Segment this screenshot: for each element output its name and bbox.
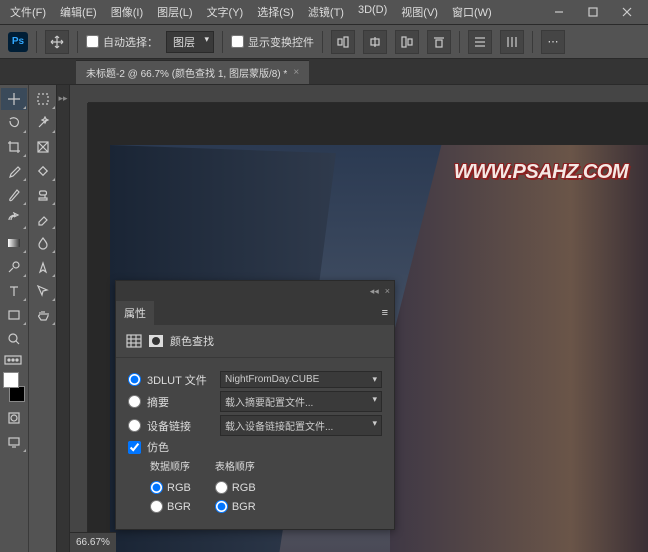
menu-layer[interactable]: 图层(L) [151, 1, 198, 23]
menu-bar: 文件(F) 编辑(E) 图像(I) 图层(L) 文字(Y) 选择(S) 滤镜(T… [0, 0, 648, 25]
eraser-tool[interactable] [30, 208, 56, 230]
lut-file-select[interactable]: NightFromDay.CUBE [220, 371, 382, 388]
lut-file-radio[interactable]: 3DLUT 文件 [128, 372, 212, 388]
menu-3d[interactable]: 3D(D) [352, 1, 393, 23]
pen-tool[interactable] [30, 256, 56, 278]
panel-menu-icon[interactable]: ≡ [376, 303, 394, 323]
ruler-horizontal[interactable] [88, 85, 648, 103]
device-radio[interactable]: 设备链接 [128, 418, 212, 434]
frame-tool[interactable] [30, 136, 56, 158]
ruler-vertical[interactable] [70, 85, 88, 552]
tool-column-left [0, 85, 28, 552]
menu-filter[interactable]: 滤镜(T) [302, 1, 350, 23]
menu-type[interactable]: 文字(Y) [201, 1, 250, 23]
eyedropper-tool[interactable] [1, 160, 27, 182]
data-order-label: 数据顺序 [150, 458, 191, 473]
device-select[interactable]: 载入设备链接配置文件... [220, 415, 382, 436]
document-tab-bar: 未标题-2 @ 66.7% (颜色查找 1, 图层蒙版/8) * × [0, 59, 648, 85]
panel-collapse-handle[interactable]: ▸▸ [56, 85, 70, 552]
dodge-tool[interactable] [1, 256, 27, 278]
document-tab[interactable]: 未标题-2 @ 66.7% (颜色查找 1, 图层蒙版/8) * × [76, 60, 309, 84]
stamp-tool[interactable] [30, 184, 56, 206]
table-order-bgr[interactable]: BGR [215, 500, 256, 513]
menu-image[interactable]: 图像(I) [105, 1, 149, 23]
panel-title[interactable]: 属性 [116, 301, 154, 325]
close-button[interactable] [610, 0, 644, 24]
auto-select-dropdown[interactable]: 图层 [166, 31, 214, 53]
type-tool[interactable] [1, 280, 27, 302]
close-tab-icon[interactable]: × [293, 67, 299, 78]
panel-collapse-icon[interactable]: ◂◂ [370, 286, 379, 297]
distribute-icon-2[interactable] [500, 30, 524, 54]
move-tool[interactable] [1, 88, 27, 110]
move-tool-icon[interactable] [45, 30, 69, 54]
data-order-rgb[interactable]: RGB [150, 481, 191, 494]
history-brush-tool[interactable] [1, 208, 27, 230]
options-bar: Ps 自动选择： 图层 显示变换控件 ⋯ [0, 25, 648, 59]
menu-select[interactable]: 选择(S) [251, 1, 300, 23]
quick-mask-tool[interactable] [1, 407, 27, 429]
show-transform-checkbox[interactable]: 显示变换控件 [231, 34, 314, 50]
menu-view[interactable]: 视图(V) [395, 1, 444, 23]
panel-subtitle: 颜色查找 [170, 333, 214, 349]
magic-wand-tool[interactable] [30, 112, 56, 134]
status-bar: 66.67% [70, 532, 116, 552]
grid-icon [126, 334, 142, 348]
dither-checkbox[interactable]: 仿色 [128, 439, 212, 455]
crop-tool[interactable] [1, 136, 27, 158]
menu-edit[interactable]: 编辑(E) [54, 1, 103, 23]
menu-file[interactable]: 文件(F) [4, 1, 52, 23]
hand-tool[interactable] [30, 304, 56, 326]
align-icon[interactable] [331, 30, 355, 54]
ps-logo-icon: Ps [8, 32, 28, 52]
more-options-icon[interactable]: ⋯ [541, 30, 565, 54]
table-order-label: 表格顺序 [215, 458, 256, 473]
zoom-tool[interactable] [1, 328, 27, 350]
data-order-bgr[interactable]: BGR [150, 500, 191, 513]
abstract-select[interactable]: 载入摘要配置文件... [220, 391, 382, 412]
properties-panel: ◂◂ × 属性 ≡ 颜色查找 3DLUT 文件 NightFromDay.CUB… [115, 280, 395, 530]
auto-select-checkbox[interactable]: 自动选择： [86, 34, 158, 50]
zoom-level[interactable]: 66.67% [76, 537, 110, 548]
marquee-tool[interactable] [30, 88, 56, 110]
table-order-rgb[interactable]: RGB [215, 481, 256, 494]
maximize-button[interactable] [576, 0, 610, 24]
distribute-icon[interactable] [468, 30, 492, 54]
watermark-text: WWW.PSAHZ.COM [454, 161, 628, 184]
abstract-radio[interactable]: 摘要 [128, 394, 212, 410]
gradient-tool[interactable] [1, 232, 27, 254]
screen-mode-tool[interactable] [1, 431, 27, 453]
align-icon-2[interactable] [363, 30, 387, 54]
mask-icon [148, 334, 164, 348]
brush-tool[interactable] [1, 184, 27, 206]
tool-column-right [28, 85, 56, 552]
align-icon-4[interactable] [427, 30, 451, 54]
path-tool[interactable] [30, 280, 56, 302]
rectangle-tool[interactable] [1, 304, 27, 326]
menu-window[interactable]: 窗口(W) [446, 1, 498, 23]
color-swatch[interactable] [3, 372, 25, 402]
lasso-tool[interactable] [1, 112, 27, 134]
blur-tool[interactable] [30, 232, 56, 254]
align-icon-3[interactable] [395, 30, 419, 54]
minimize-button[interactable] [542, 0, 576, 24]
healing-tool[interactable] [30, 160, 56, 182]
panel-close-icon[interactable]: × [385, 286, 390, 296]
